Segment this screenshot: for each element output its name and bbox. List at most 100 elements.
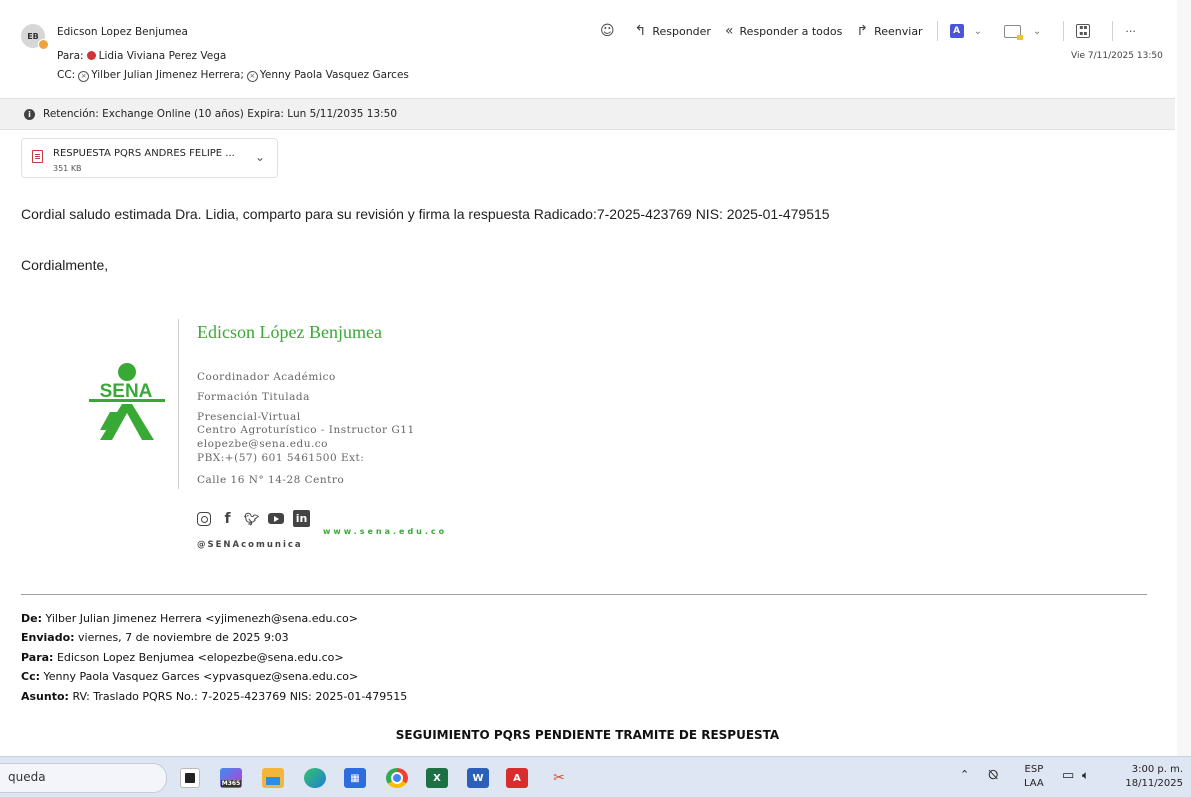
sena-logo: SENA	[89, 363, 165, 440]
signature-handle: @SENAcomunica	[197, 540, 303, 550]
task-view-icon[interactable]	[180, 768, 200, 788]
chevron-down-icon[interactable]: ⌄	[1033, 26, 1041, 37]
toolbar-divider	[936, 21, 938, 41]
language-indicator[interactable]: ESP LAA	[1024, 763, 1044, 791]
cc-recipient-2[interactable]: Yenny Paola Vasquez Garces	[260, 69, 409, 81]
m365-label: M365	[220, 779, 242, 787]
attachment-card[interactable]: RESPUESTA PQRS ANDRES FELIPE ... 351 KB …	[21, 138, 278, 178]
toolbar-divider	[1063, 21, 1065, 41]
display-icon[interactable]: ▭	[1062, 768, 1074, 783]
linkedin-icon[interactable]: in	[293, 510, 310, 527]
reply-all-icon: «	[724, 23, 734, 39]
message-header: EB Edicson Lopez Benjumea Para: Lidia Viv…	[0, 0, 1191, 95]
smiley-icon: ☺	[600, 23, 615, 39]
sena-logo-text: SENA	[100, 381, 153, 402]
sender-name[interactable]: Edicson Lopez Benjumea	[57, 26, 188, 38]
reply-all-label: Responder a todos	[739, 24, 843, 38]
received-date: Vie 7/11/2025 13:50	[1071, 51, 1163, 61]
youtube-icon[interactable]	[268, 513, 284, 524]
forwarded-subject-label: Asunto:	[21, 690, 69, 703]
message-toolbar: ☺ ↰ Responder « Responder a todos ↱ Reenvia…	[600, 20, 1136, 42]
forwarded-heading: SEGUIMIENTO PQRS PENDIENTE TRAMITE DE RE…	[395, 728, 780, 742]
forward-icon: ↱	[856, 23, 869, 39]
facebook-icon[interactable]: f	[220, 511, 235, 527]
retention-banner: i Retención: Exchange Online (10 años) E…	[0, 98, 1175, 130]
signature-address: Calle 16 N° 14-28 Centro	[197, 474, 345, 486]
apps-icon[interactable]: ▪▪ ▪▪	[1076, 24, 1091, 38]
reply-label: Responder	[652, 24, 711, 38]
search-text[interactable]: queda	[8, 770, 46, 784]
presence-away-icon	[38, 39, 49, 50]
category-tag-icon[interactable]	[1003, 24, 1023, 40]
system-clock[interactable]: 3:00 p. m. 18/11/2025	[1125, 763, 1183, 791]
cc-line: CC: × Yilber Julian Jimenez Herrera; × Yenny…	[57, 69, 409, 82]
file-explorer-icon[interactable]	[262, 768, 284, 788]
forwarded-to: Para: Edicson Lopez Benjumea <elopezbe@s…	[21, 651, 344, 664]
edge-icon[interactable]	[304, 768, 326, 788]
forward-button[interactable]: ↱ Reenviar	[856, 23, 922, 39]
presence-offline-icon: ×	[246, 71, 258, 82]
scrollbar[interactable]	[1177, 0, 1191, 756]
forwarded-to-label: Para:	[21, 651, 54, 664]
signature-role: Coordinador Académico	[197, 371, 336, 383]
forwarded-cc-label: Cc:	[21, 670, 40, 683]
m365-icon[interactable]: M365	[220, 768, 242, 788]
to-line: Para: Lidia Viviana Perez Vega	[57, 50, 226, 62]
reply-button[interactable]: ↰ Responder	[635, 23, 711, 39]
attachment-size: 351 KB	[53, 164, 82, 173]
volume-icon[interactable]: 🔈︎	[1082, 768, 1089, 783]
more-options-button[interactable]: ···	[1125, 25, 1136, 38]
signature-pbx: PBX:+(57) 601 5461500 Ext:	[197, 452, 365, 464]
social-links: f 🐦︎ in	[197, 510, 319, 527]
forwarded-sent-label: Enviado:	[21, 631, 75, 644]
attachment-name: RESPUESTA PQRS ANDRES FELIPE ...	[53, 148, 235, 159]
reply-all-button[interactable]: « Responder a todos	[725, 23, 842, 39]
twitter-icon[interactable]: 🐦︎	[244, 511, 259, 526]
to-recipient[interactable]: Lidia Viviana Perez Vega	[99, 50, 227, 62]
forwarded-from: De: Yilber Julian Jimenez Herrera <yjime…	[21, 612, 358, 625]
forwarded-cc: Cc: Yenny Paola Vasquez Garces <ypvasque…	[21, 670, 358, 683]
signature-name: Edicson López Benjumea	[197, 322, 382, 342]
cc-label: CC:	[57, 69, 76, 81]
instagram-icon[interactable]	[197, 511, 211, 526]
to-label: Para:	[57, 50, 84, 62]
presence-offline-icon: ×	[78, 71, 90, 82]
taskbar: queda M365 ▦ X W A ✂ ⌃ ⦰ ESP LAA ▭ 🔈︎ 3:…	[0, 756, 1191, 797]
chrome-icon[interactable]	[386, 768, 408, 788]
retention-text: Retención: Exchange Online (10 años) Exp…	[43, 108, 398, 120]
chevron-down-icon[interactable]: ⌄	[255, 150, 265, 164]
forwarded-subject: Asunto: RV: Traslado PQRS No.: 7-2025-42…	[21, 690, 407, 703]
forward-divider	[21, 594, 1147, 595]
snipping-tool-icon[interactable]: ✂	[548, 768, 570, 788]
chevron-down-icon[interactable]: ⌄	[974, 26, 982, 37]
signature-website[interactable]: www.sena.edu.co	[323, 527, 447, 536]
forwarded-sent: Enviado: viernes, 7 de noviembre de 2025…	[21, 631, 289, 644]
onedrive-offline-icon[interactable]: ⦰	[988, 768, 998, 783]
toolbar-divider	[1112, 21, 1114, 41]
acrobat-icon[interactable]: A	[949, 24, 964, 38]
clock-time: 3:00 p. m.	[1131, 764, 1183, 775]
signature-divider	[178, 319, 179, 489]
word-icon[interactable]: W	[467, 768, 489, 788]
language-code: ESP	[1024, 764, 1044, 775]
forwarded-to-value: Edicson Lopez Benjumea <elopezbe@sena.ed…	[56, 651, 344, 664]
forwarded-subject-value: RV: Traslado PQRS No.: 7-2025-423769 NIS…	[72, 690, 408, 703]
acrobat-taskbar-icon[interactable]: A	[506, 768, 528, 788]
forwarded-from-label: De:	[21, 612, 42, 625]
info-icon: i	[24, 108, 35, 120]
show-hidden-icons-chevron-icon[interactable]: ⌃	[960, 768, 969, 781]
signature-email[interactable]: elopezbe@sena.edu.co	[197, 438, 328, 450]
cc-recipient-1[interactable]: Yilber Julian Jimenez Herrera;	[91, 69, 244, 81]
keyboard-layout: LAA	[1024, 778, 1044, 789]
signature-center: Centro Agroturístico - Instructor G11	[197, 424, 415, 436]
forwarded-from-value: Yilber Julian Jimenez Herrera <yjimenezh…	[45, 612, 358, 625]
emoji-reaction-button[interactable]: ☺	[600, 23, 621, 39]
forward-label: Reenviar	[874, 24, 923, 38]
presence-busy-icon	[86, 51, 96, 60]
pdf-file-icon	[32, 150, 43, 163]
message-text: Cordial saludo estimada Dra. Lidia, comp…	[21, 206, 830, 222]
excel-icon[interactable]: X	[426, 768, 448, 788]
store-icon[interactable]: ▦	[344, 768, 366, 788]
forwarded-cc-value: Yenny Paola Vasquez Garces <ypvasquez@se…	[43, 670, 359, 683]
signature-mode: Presencial-Virtual	[197, 411, 301, 423]
